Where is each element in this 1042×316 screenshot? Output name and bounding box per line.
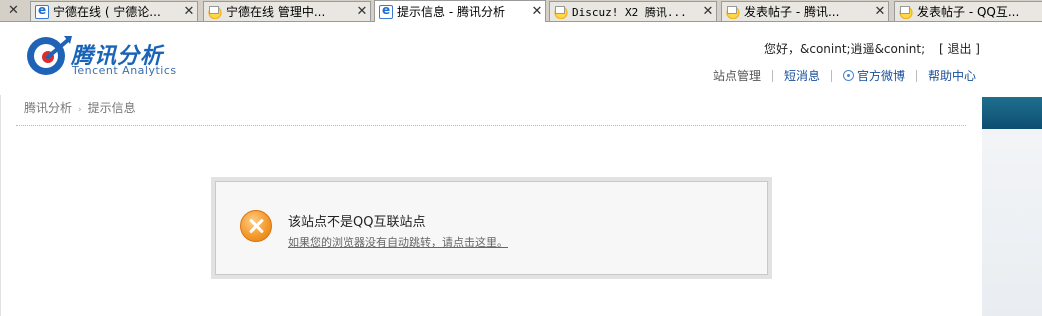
ie-page-icon xyxy=(35,3,49,19)
tab-discuz[interactable]: Discuz! X2 腾讯... ✕ xyxy=(549,1,717,21)
error-icon xyxy=(240,210,272,242)
breadcrumb-home[interactable]: 腾讯分析 xyxy=(24,101,72,115)
ie-page-icon xyxy=(379,3,393,19)
nav-site-manage[interactable]: 站点管理 xyxy=(713,67,761,84)
right-side-strip xyxy=(982,97,1042,316)
tab-label: 宁德在线 ( 宁德论... xyxy=(53,5,161,19)
nav-messages[interactable]: 短消息 xyxy=(784,67,820,84)
tab-post-tencent[interactable]: 发表帖子 - 腾讯... ✕ xyxy=(721,1,889,21)
tab-close-icon[interactable]: ✕ xyxy=(181,4,197,19)
qq-browser-icon xyxy=(208,4,222,19)
tab-post-qq[interactable]: 发表帖子 - QQ互... xyxy=(894,1,1042,21)
nav-weibo[interactable]: 官方微博 xyxy=(842,67,905,84)
nav-divider xyxy=(915,69,917,82)
redirect-link[interactable]: 如果您的浏览器没有自动跳转，请点击这里。 xyxy=(288,234,508,250)
tab-label: Discuz! X2 腾讯... xyxy=(572,5,687,19)
tab-close-icon[interactable]: ✕ xyxy=(354,4,370,19)
tab-label: 提示信息 - 腾讯分析 xyxy=(397,5,505,19)
tab-close-icon[interactable]: ✕ xyxy=(529,4,545,19)
greeting-text: 您好，&conint;逍遥&conint; xyxy=(763,42,926,56)
nav-help[interactable]: 帮助中心 xyxy=(928,67,976,84)
message-title: 该站点不是QQ互联站点 xyxy=(288,215,426,230)
breadcrumb: 腾讯分析 › 提示信息 xyxy=(24,99,136,116)
divider xyxy=(16,125,966,126)
browser-tab-bar: ✕ 宁德在线 ( 宁德论... ✕ 宁德在线 管理中... ✕ 提示信息 - 腾… xyxy=(0,0,1042,22)
nav-weibo-label: 官方微博 xyxy=(856,69,905,83)
tab-label: 发表帖子 - 腾讯... xyxy=(744,5,840,19)
message-box: 该站点不是QQ互联站点 如果您的浏览器没有自动跳转，请点击这里。 xyxy=(211,177,772,279)
logout-link[interactable]: [ 退出 ] xyxy=(939,42,980,56)
breadcrumb-current: 提示信息 xyxy=(87,101,136,115)
nav-divider xyxy=(771,69,773,82)
close-icon[interactable]: ✕ xyxy=(8,3,19,18)
logo-subtitle: Tencent Analytics xyxy=(72,64,177,77)
weibo-icon xyxy=(842,70,854,81)
qq-browser-icon xyxy=(726,4,740,19)
breadcrumb-arrow-icon: › xyxy=(78,105,82,115)
side-accent-bar xyxy=(982,97,1042,129)
nav-divider xyxy=(830,69,832,82)
qq-browser-icon xyxy=(554,4,568,19)
qq-browser-icon xyxy=(899,4,913,19)
tab-tips-active[interactable]: 提示信息 - 腾讯分析 ✕ xyxy=(374,0,546,22)
tab-label: 发表帖子 - QQ互... xyxy=(917,5,1020,19)
tab-close-icon[interactable]: ✕ xyxy=(700,4,716,19)
top-nav: 站点管理 短消息 官方微博 帮助中心 xyxy=(713,67,976,84)
tab-label: 宁德在线 管理中... xyxy=(226,5,326,19)
user-greeting: 您好，&conint;逍遥&conint; [ 退出 ] xyxy=(764,40,980,57)
tab-ningde-forum[interactable]: 宁德在线 ( 宁德论... ✕ xyxy=(30,1,198,21)
message-box-inner: 该站点不是QQ互联站点 如果您的浏览器没有自动跳转，请点击这里。 xyxy=(215,181,768,275)
tab-close-icon[interactable]: ✕ xyxy=(872,4,888,19)
tab-ningde-admin[interactable]: 宁德在线 管理中... ✕ xyxy=(203,1,371,21)
